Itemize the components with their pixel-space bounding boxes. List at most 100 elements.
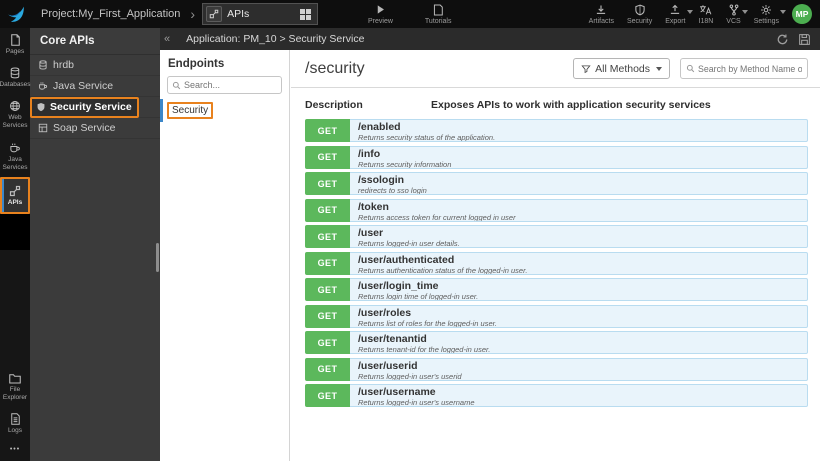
export-button[interactable]: Export [665, 0, 693, 28]
sidebar-item-apis[interactable]: APIs [0, 176, 30, 214]
refresh-button[interactable] [776, 33, 789, 46]
sidebar-item-logs[interactable]: Logs [0, 407, 30, 440]
i18n-button[interactable]: I18N [699, 0, 713, 28]
gear-icon [760, 4, 772, 17]
endpoint-row[interactable]: GET /user/tenantid Returns tenant-id for… [305, 331, 808, 354]
log-file-icon [10, 413, 21, 425]
search-icon [172, 81, 181, 90]
document-icon [433, 4, 443, 17]
core-apis-item-soap-service[interactable]: Soap Service [30, 118, 160, 139]
method-badge: GET [305, 172, 350, 195]
description-row: Description Exposes APIs to work with ap… [291, 88, 820, 119]
shield-icon [36, 102, 46, 112]
topbar-right: Artifacts Security Export I18N VCS Setti… [589, 0, 812, 28]
core-apis-panel: Core APIs hrdb Java Service Security Ser… [30, 28, 160, 461]
endpoints-search-input[interactable] [184, 80, 277, 90]
core-apis-item-label: hrdb [53, 59, 75, 71]
endpoint-row-body: /info Returns security information [350, 145, 808, 169]
user-avatar[interactable]: MP [792, 4, 812, 24]
core-apis-item-hrdb[interactable]: hrdb [30, 55, 160, 76]
funnel-icon [581, 64, 591, 74]
api-connector-icon [9, 185, 21, 197]
endpoint-row[interactable]: GET /user/authenticated Returns authenti… [305, 251, 808, 275]
save-button[interactable] [798, 33, 811, 46]
coffee-icon [38, 81, 48, 91]
play-icon [375, 4, 386, 17]
download-icon [595, 4, 607, 17]
folder-icon [9, 373, 21, 384]
endpoint-path: /info [358, 147, 381, 160]
endpoint-row-body: /token Returns access token for current … [350, 198, 808, 222]
breadcrumb: Application: PM_10 > Security Service [186, 33, 365, 45]
sidebar-item-java-services[interactable]: Java Services [0, 136, 30, 177]
endpoint-row[interactable]: GET /user/username Returns logged-in use… [305, 384, 808, 407]
sidebar-item-databases[interactable]: Databases [0, 61, 31, 94]
method-badge: GET [305, 331, 350, 354]
endpoint-description: Returns authentication status of the log… [358, 265, 528, 275]
caret-down-icon [686, 10, 693, 14]
app-header-bar: « Application: PM_10 > Security Service [160, 28, 820, 50]
endpoint-description: Returns logged-in user details. [358, 239, 460, 248]
collapse-panel-icon[interactable]: « [164, 33, 170, 45]
endpoint-row-body: /user/login_time Returns login time of l… [350, 278, 808, 301]
branch-icon [728, 3, 740, 17]
project-name[interactable]: Project:My_First_Application [41, 8, 180, 20]
method-badge: GET [305, 278, 350, 301]
method-filter-dropdown[interactable]: All Methods [573, 58, 670, 79]
header-controls: All Methods [573, 58, 808, 79]
method-search-input[interactable] [698, 63, 802, 74]
core-apis-item-label: Soap Service [53, 122, 116, 134]
grid-icon[interactable] [300, 8, 312, 20]
caret-down-icon [656, 66, 662, 71]
endpoint-path: /user/username [358, 386, 436, 398]
sidebar-item-pages[interactable]: Pages [0, 28, 30, 61]
header-actions [776, 33, 811, 46]
preview-button[interactable]: Preview [368, 0, 393, 28]
endpoint-nav-security[interactable]: Security [160, 99, 289, 122]
page-icon [10, 34, 21, 46]
endpoint-path: /user/roles [358, 306, 412, 319]
wavemaker-logo-icon[interactable] [5, 3, 27, 25]
endpoint-description: Returns security information [358, 159, 452, 169]
endpoint-row-body: /ssologin redirects to sso login [350, 172, 808, 195]
endpoint-row[interactable]: GET /user/roles Returns list of roles fo… [305, 304, 808, 328]
annotation-highlight: Security [167, 102, 214, 119]
security-button[interactable]: Security [627, 0, 652, 28]
endpoint-row[interactable]: GET /info Returns security information [305, 145, 808, 169]
content-header: /security All Methods [291, 50, 820, 88]
vcs-button[interactable]: VCS [726, 0, 748, 28]
endpoint-row[interactable]: GET /user/login_time Returns login time … [305, 278, 808, 301]
page-title: /security [305, 59, 365, 77]
tutorials-button[interactable]: Tutorials [425, 0, 452, 28]
core-apis-item-java-service[interactable]: Java Service [30, 76, 160, 97]
coffee-icon [9, 142, 21, 154]
database-icon [38, 60, 48, 70]
endpoint-row[interactable]: GET /token Returns access token for curr… [305, 198, 808, 222]
artifacts-button[interactable]: Artifacts [589, 0, 614, 28]
api-connector-icon [206, 6, 223, 22]
upload-icon [669, 4, 681, 17]
endpoint-path: /enabled [358, 121, 401, 133]
endpoint-row[interactable]: GET /enabled Returns security status of … [305, 119, 808, 142]
tab-apis[interactable]: APIs [202, 3, 319, 25]
method-badge: GET [305, 384, 350, 407]
endpoint-description: Returns logged-in user's username [358, 398, 475, 407]
sidebar-more-button[interactable]: ••• [0, 440, 30, 461]
core-apis-item-security-service[interactable]: Security Service [30, 96, 160, 118]
topbar-center: Preview Tutorials [368, 0, 452, 28]
endpoint-row-body: /user/authenticated Returns authenticati… [350, 251, 808, 275]
globe-icon [9, 100, 21, 112]
endpoint-row[interactable]: GET /user/userid Returns logged-in user'… [305, 357, 808, 381]
settings-button[interactable]: Settings [754, 0, 786, 28]
endpoint-path: /user/login_time [358, 280, 439, 292]
endpoint-row-body: /user/userid Returns logged-in user's us… [350, 357, 808, 381]
method-badge: GET [305, 119, 350, 142]
scrollbar-thumb[interactable] [156, 243, 159, 272]
endpoint-row[interactable]: GET /user Returns logged-in user details… [305, 225, 808, 248]
topbar: Project:My_First_Application › APIs Prev… [0, 0, 820, 28]
sidebar-item-file-explorer[interactable]: File Explorer [0, 367, 30, 407]
method-badge: GET [305, 304, 350, 328]
sidebar-item-web-services[interactable]: Web Services [0, 94, 30, 135]
endpoint-row[interactable]: GET /ssologin redirects to sso login [305, 172, 808, 195]
